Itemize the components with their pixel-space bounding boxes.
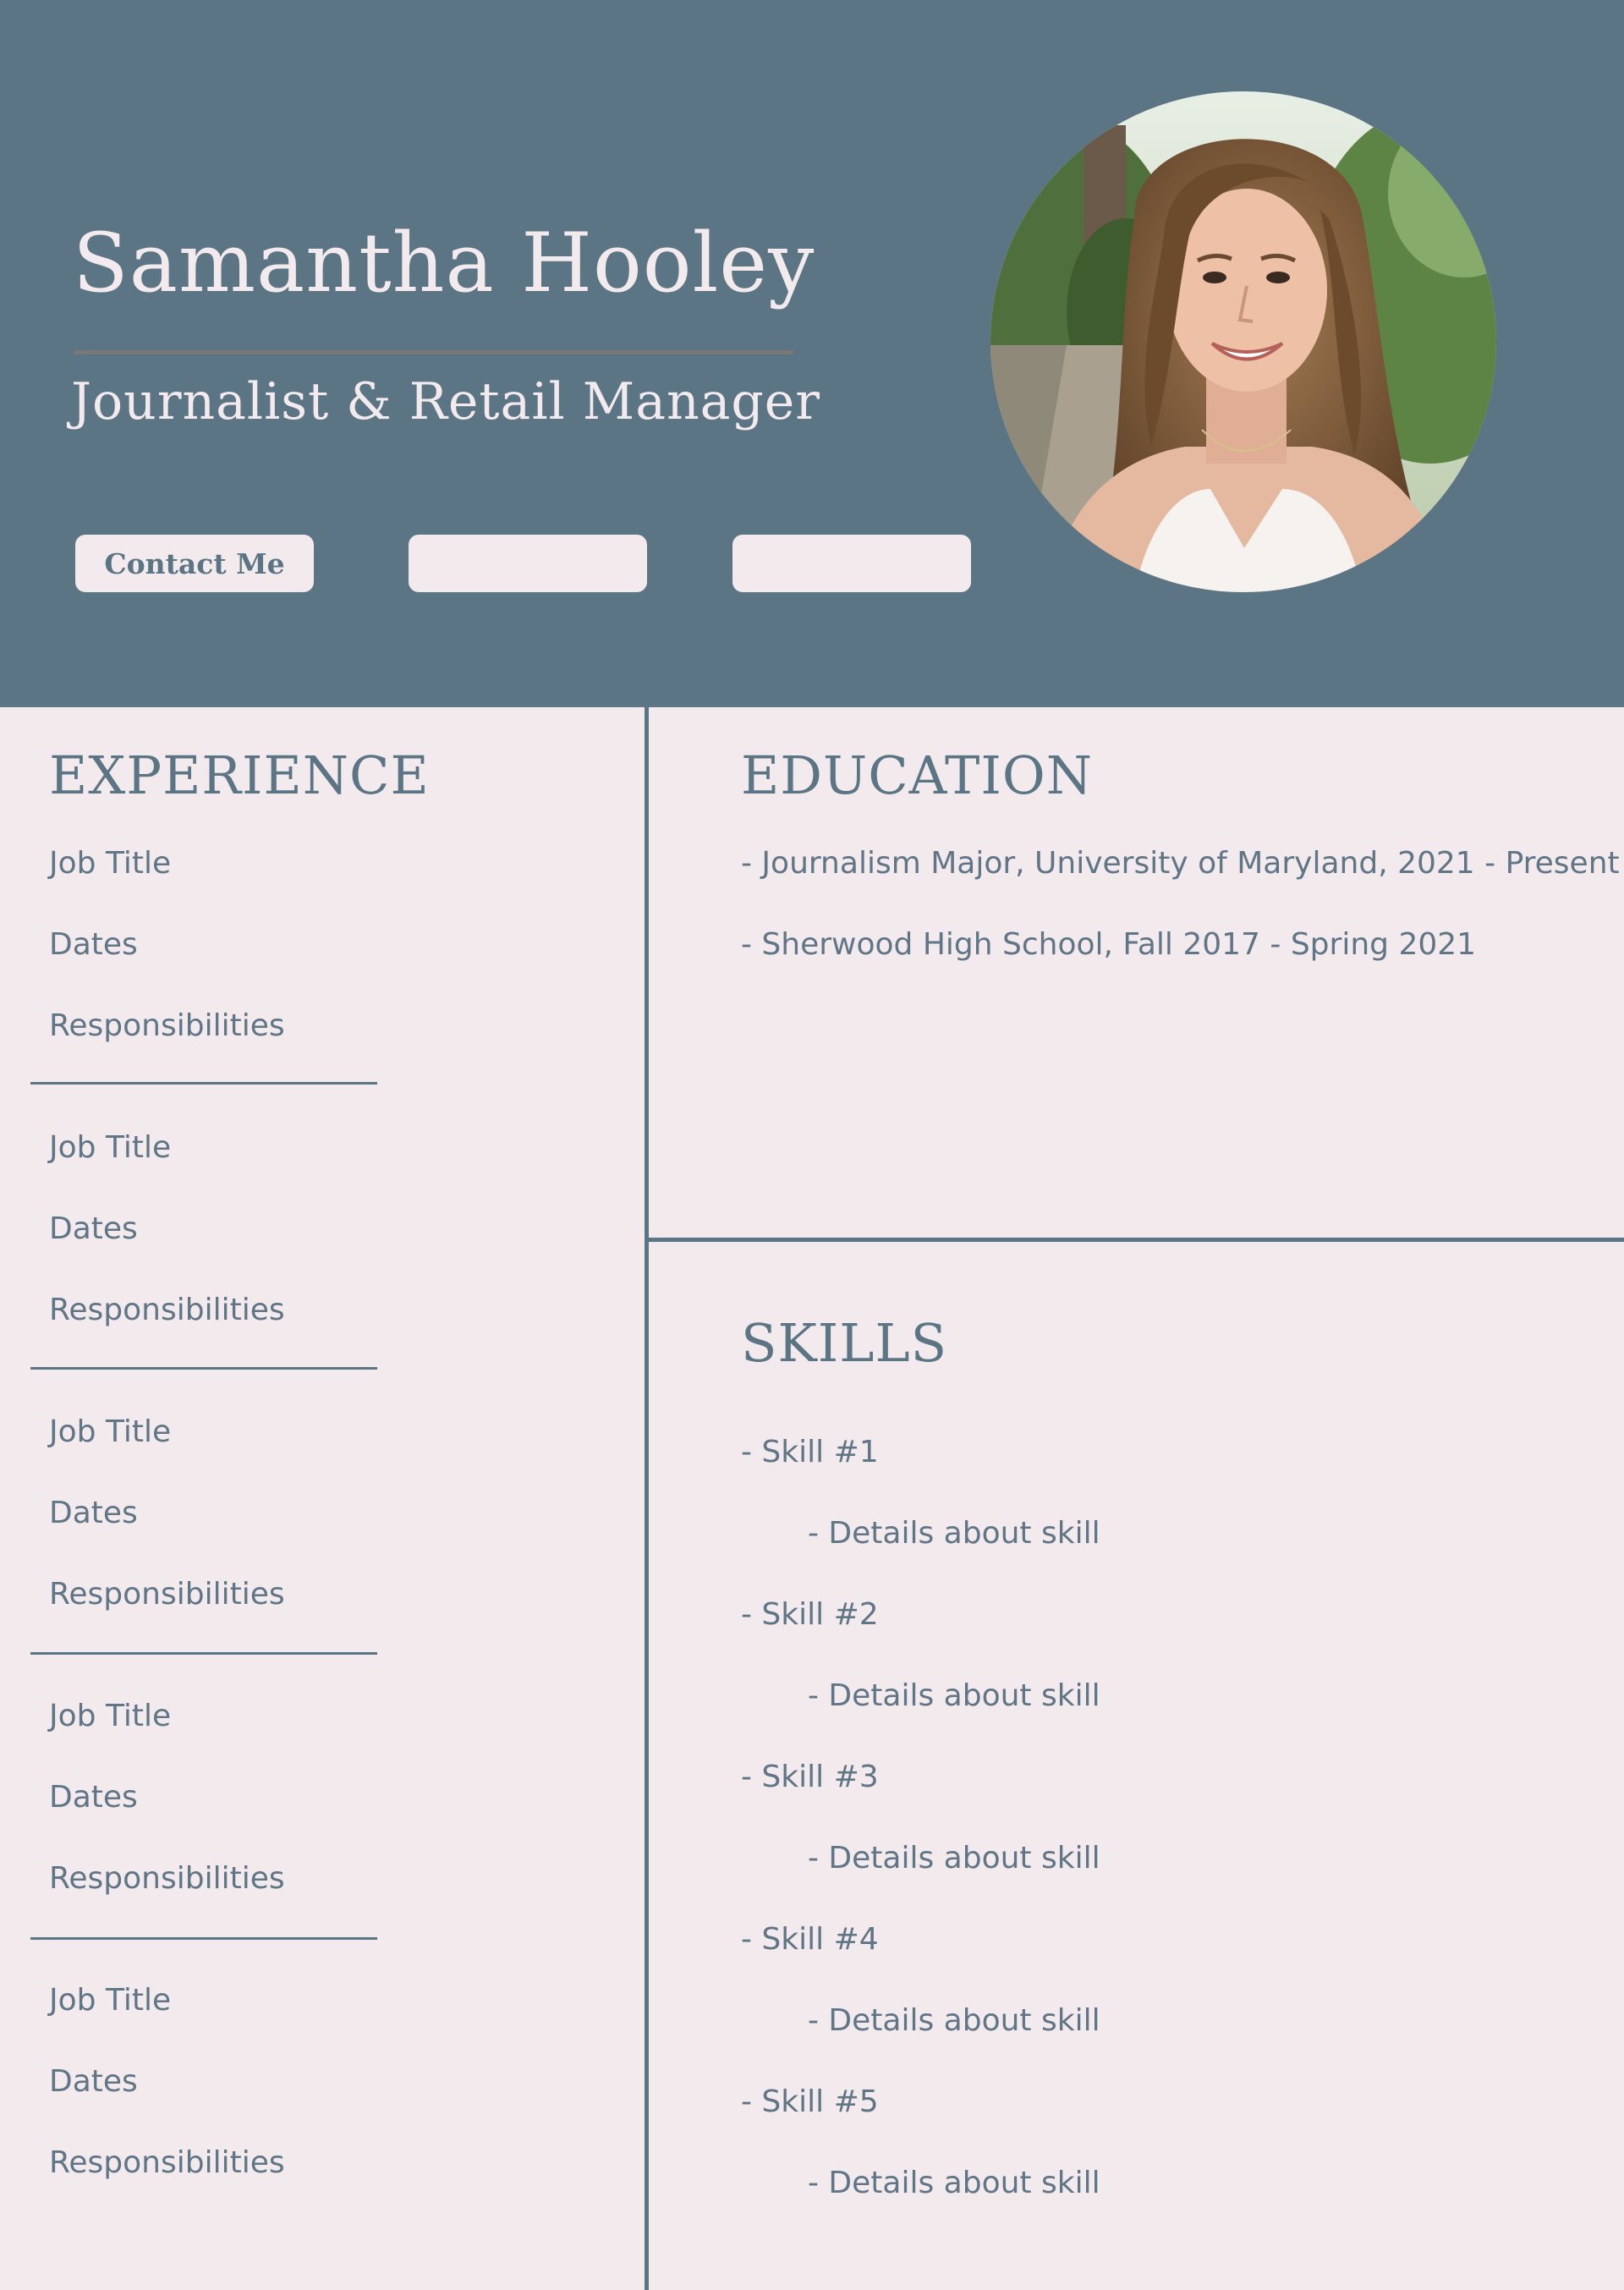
section-divider <box>645 1238 1624 1242</box>
header-button-3[interactable] <box>732 535 971 592</box>
skill-name: - Skill #4 <box>741 1922 879 1957</box>
education-item: - Journalism Major, University of Maryla… <box>741 846 1620 881</box>
job-separator <box>30 1082 377 1085</box>
skill-details: - Details about skill <box>808 2166 1100 2200</box>
education-item: - Sherwood High School, Fall 2017 - Spri… <box>741 927 1477 962</box>
job-responsibilities: Responsibilities <box>49 1008 285 1043</box>
skill-name: - Skill #1 <box>741 1435 879 1469</box>
job-subtitle: Journalist & Retail Manager <box>71 372 820 431</box>
profile-photo <box>990 91 1496 592</box>
profile-photo-image <box>990 91 1496 592</box>
job-title: Job Title <box>49 1130 172 1165</box>
skill-details: - Details about skill <box>808 1678 1100 1713</box>
job-separator <box>30 1652 377 1655</box>
skill-details: - Details about skill <box>808 1516 1100 1551</box>
skill-name: - Skill #2 <box>741 1597 879 1632</box>
header-banner: Samantha Hooley Journalist & Retail Mana… <box>0 0 1624 707</box>
job-responsibilities: Responsibilities <box>49 1577 285 1612</box>
skill-details: - Details about skill <box>808 1841 1100 1875</box>
name-heading: Samantha Hooley <box>73 216 815 310</box>
name-divider <box>74 350 793 354</box>
job-title: Job Title <box>49 1983 172 2018</box>
job-dates: Dates <box>49 927 138 962</box>
experience-heading: EXPERIENCE <box>49 744 430 806</box>
job-title: Job Title <box>49 846 172 881</box>
skill-details: - Details about skill <box>808 2003 1100 2038</box>
job-separator <box>30 1937 377 1940</box>
job-dates: Dates <box>49 2064 138 2099</box>
contact-me-button[interactable]: Contact Me <box>75 535 314 592</box>
job-title: Job Title <box>49 1414 172 1449</box>
education-heading: EDUCATION <box>741 744 1093 806</box>
job-responsibilities: Responsibilities <box>49 1861 285 1896</box>
column-divider <box>645 707 649 2290</box>
skill-name: - Skill #5 <box>741 2084 879 2119</box>
job-dates: Dates <box>49 1211 138 1246</box>
job-responsibilities: Responsibilities <box>49 2145 285 2180</box>
job-separator <box>30 1367 377 1370</box>
job-title: Job Title <box>49 1699 172 1733</box>
skill-name: - Skill #3 <box>741 1760 879 1794</box>
skills-heading: SKILLS <box>741 1312 948 1374</box>
job-dates: Dates <box>49 1780 138 1815</box>
header-button-2[interactable] <box>409 535 647 592</box>
job-dates: Dates <box>49 1496 138 1530</box>
job-responsibilities: Responsibilities <box>49 1293 285 1327</box>
